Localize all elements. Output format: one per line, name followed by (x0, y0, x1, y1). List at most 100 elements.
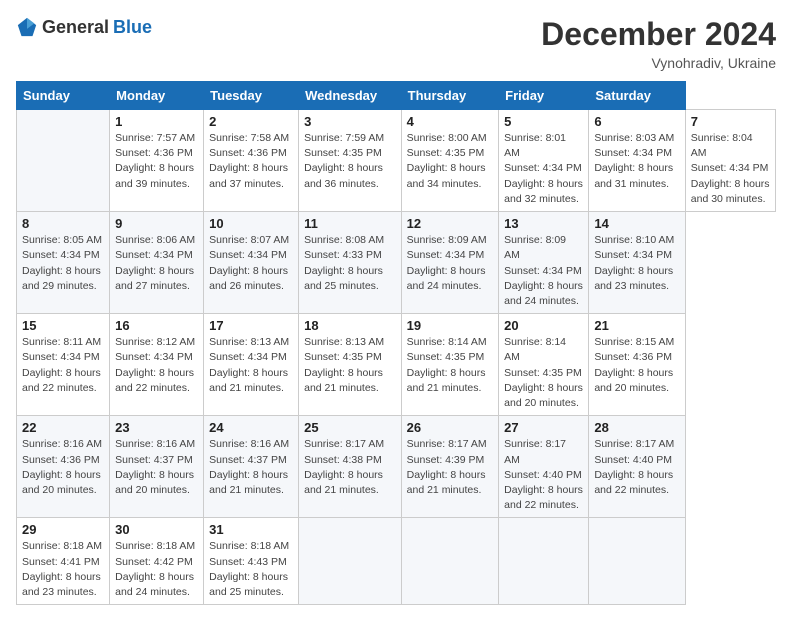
calendar-cell: 26 Sunrise: 8:17 AM Sunset: 4:39 PM Dayli… (401, 416, 498, 518)
day-detail: Sunrise: 8:13 AM Sunset: 4:34 PM Dayligh… (209, 335, 293, 396)
day-detail: Sunrise: 8:18 AM Sunset: 4:41 PM Dayligh… (22, 539, 104, 600)
day-detail: Sunrise: 8:01 AM Sunset: 4:34 PM Dayligh… (504, 131, 583, 207)
calendar-cell (401, 518, 498, 605)
day-number: 3 (304, 114, 396, 129)
calendar-cell: 31 Sunrise: 8:18 AM Sunset: 4:43 PM Dayli… (204, 518, 299, 605)
calendar-cell: 6 Sunrise: 8:03 AM Sunset: 4:34 PM Daylig… (589, 110, 685, 212)
day-number: 20 (504, 318, 583, 333)
day-detail: Sunrise: 8:10 AM Sunset: 4:34 PM Dayligh… (594, 233, 679, 294)
day-number: 19 (407, 318, 493, 333)
calendar-cell: 7 Sunrise: 8:04 AM Sunset: 4:34 PM Daylig… (685, 110, 775, 212)
day-detail: Sunrise: 8:16 AM Sunset: 4:37 PM Dayligh… (115, 437, 198, 498)
logo-icon (16, 16, 38, 38)
calendar-cell: 3 Sunrise: 7:59 AM Sunset: 4:35 PM Daylig… (299, 110, 402, 212)
day-number: 30 (115, 522, 198, 537)
calendar-cell: 30 Sunrise: 8:18 AM Sunset: 4:42 PM Dayli… (110, 518, 204, 605)
calendar-cell: 12 Sunrise: 8:09 AM Sunset: 4:34 PM Dayli… (401, 212, 498, 314)
day-detail: Sunrise: 8:18 AM Sunset: 4:42 PM Dayligh… (115, 539, 198, 600)
day-number: 8 (22, 216, 104, 231)
day-number: 7 (691, 114, 770, 129)
day-detail: Sunrise: 8:12 AM Sunset: 4:34 PM Dayligh… (115, 335, 198, 396)
calendar-table: SundayMondayTuesdayWednesdayThursdayFrid… (16, 81, 776, 605)
calendar-cell: 10Sunrise: 8:07 AM Sunset: 4:34 PM Dayli… (204, 212, 299, 314)
week-row-1: 1Sunrise: 7:57 AM Sunset: 4:36 PM Daylig… (17, 110, 776, 212)
calendar-cell (299, 518, 402, 605)
week-row-5: 29Sunrise: 8:18 AM Sunset: 4:41 PM Dayli… (17, 518, 776, 605)
day-detail: Sunrise: 8:14 AM Sunset: 4:35 PM Dayligh… (504, 335, 583, 411)
day-number: 9 (115, 216, 198, 231)
day-number: 23 (115, 420, 198, 435)
day-detail: Sunrise: 8:09 AM Sunset: 4:34 PM Dayligh… (407, 233, 493, 294)
day-detail: Sunrise: 8:17 AM Sunset: 4:38 PM Dayligh… (304, 437, 396, 498)
day-detail: Sunrise: 8:13 AM Sunset: 4:35 PM Dayligh… (304, 335, 396, 396)
column-header-sunday: Sunday (17, 82, 110, 110)
day-number: 16 (115, 318, 198, 333)
day-number: 17 (209, 318, 293, 333)
calendar-cell: 23 Sunrise: 8:16 AM Sunset: 4:37 PM Dayli… (110, 416, 204, 518)
calendar-cell: 20 Sunrise: 8:14 AM Sunset: 4:35 PM Dayli… (499, 314, 589, 416)
title-block: December 2024 Vynohradiv, Ukraine (541, 16, 776, 71)
day-detail: Sunrise: 8:14 AM Sunset: 4:35 PM Dayligh… (407, 335, 493, 396)
day-detail: Sunrise: 8:03 AM Sunset: 4:34 PM Dayligh… (594, 131, 679, 192)
week-row-4: 22Sunrise: 8:16 AM Sunset: 4:36 PM Dayli… (17, 416, 776, 518)
day-number: 27 (504, 420, 583, 435)
calendar-cell: 1Sunrise: 7:57 AM Sunset: 4:36 PM Daylig… (110, 110, 204, 212)
day-number: 26 (407, 420, 493, 435)
day-detail: Sunrise: 7:59 AM Sunset: 4:35 PM Dayligh… (304, 131, 396, 192)
day-detail: Sunrise: 7:58 AM Sunset: 4:36 PM Dayligh… (209, 131, 293, 192)
day-detail: Sunrise: 8:00 AM Sunset: 4:35 PM Dayligh… (407, 131, 493, 192)
day-number: 13 (504, 216, 583, 231)
day-detail: Sunrise: 8:06 AM Sunset: 4:34 PM Dayligh… (115, 233, 198, 294)
day-number: 5 (504, 114, 583, 129)
day-detail: Sunrise: 8:17 AM Sunset: 4:40 PM Dayligh… (504, 437, 583, 513)
column-header-wednesday: Wednesday (299, 82, 402, 110)
week-row-2: 8 Sunrise: 8:05 AM Sunset: 4:34 PM Daylig… (17, 212, 776, 314)
day-number: 31 (209, 522, 293, 537)
day-number: 1 (115, 114, 198, 129)
calendar-cell: 8 Sunrise: 8:05 AM Sunset: 4:34 PM Daylig… (17, 212, 110, 314)
calendar-cell: 9 Sunrise: 8:06 AM Sunset: 4:34 PM Daylig… (110, 212, 204, 314)
calendar-cell: 25 Sunrise: 8:17 AM Sunset: 4:38 PM Dayli… (299, 416, 402, 518)
calendar-cell: 5 Sunrise: 8:01 AM Sunset: 4:34 PM Daylig… (499, 110, 589, 212)
calendar-cell: 13 Sunrise: 8:09 AM Sunset: 4:34 PM Dayli… (499, 212, 589, 314)
logo-blue-text: Blue (113, 17, 152, 38)
day-detail: Sunrise: 8:15 AM Sunset: 4:36 PM Dayligh… (594, 335, 679, 396)
day-detail: Sunrise: 8:18 AM Sunset: 4:43 PM Dayligh… (209, 539, 293, 600)
logo: GeneralBlue (16, 16, 152, 38)
column-header-friday: Friday (499, 82, 589, 110)
day-detail: Sunrise: 8:17 AM Sunset: 4:39 PM Dayligh… (407, 437, 493, 498)
day-number: 18 (304, 318, 396, 333)
day-number: 22 (22, 420, 104, 435)
day-number: 12 (407, 216, 493, 231)
day-number: 10 (209, 216, 293, 231)
day-detail: Sunrise: 8:08 AM Sunset: 4:33 PM Dayligh… (304, 233, 396, 294)
day-detail: Sunrise: 8:09 AM Sunset: 4:34 PM Dayligh… (504, 233, 583, 309)
column-header-saturday: Saturday (589, 82, 685, 110)
calendar-cell: 4Sunrise: 8:00 AM Sunset: 4:35 PM Daylig… (401, 110, 498, 212)
page-header: GeneralBlue December 2024 Vynohradiv, Uk… (16, 16, 776, 71)
day-number: 6 (594, 114, 679, 129)
calendar-cell (499, 518, 589, 605)
column-header-thursday: Thursday (401, 82, 498, 110)
calendar-cell: 2Sunrise: 7:58 AM Sunset: 4:36 PM Daylig… (204, 110, 299, 212)
calendar-cell (17, 110, 110, 212)
day-detail: Sunrise: 8:05 AM Sunset: 4:34 PM Dayligh… (22, 233, 104, 294)
calendar-cell: 16 Sunrise: 8:12 AM Sunset: 4:34 PM Dayli… (110, 314, 204, 416)
day-detail: Sunrise: 8:11 AM Sunset: 4:34 PM Dayligh… (22, 335, 104, 396)
calendar-cell: 15Sunrise: 8:11 AM Sunset: 4:34 PM Dayli… (17, 314, 110, 416)
day-detail: Sunrise: 8:16 AM Sunset: 4:37 PM Dayligh… (209, 437, 293, 498)
week-row-3: 15Sunrise: 8:11 AM Sunset: 4:34 PM Dayli… (17, 314, 776, 416)
calendar-cell: 29Sunrise: 8:18 AM Sunset: 4:41 PM Dayli… (17, 518, 110, 605)
day-number: 25 (304, 420, 396, 435)
calendar-cell: 28Sunrise: 8:17 AM Sunset: 4:40 PM Dayli… (589, 416, 685, 518)
calendar-cell: 11 Sunrise: 8:08 AM Sunset: 4:33 PM Dayli… (299, 212, 402, 314)
day-number: 14 (594, 216, 679, 231)
day-detail: Sunrise: 8:04 AM Sunset: 4:34 PM Dayligh… (691, 131, 770, 207)
day-number: 11 (304, 216, 396, 231)
calendar-cell: 24Sunrise: 8:16 AM Sunset: 4:37 PM Dayli… (204, 416, 299, 518)
calendar-cell: 21Sunrise: 8:15 AM Sunset: 4:36 PM Dayli… (589, 314, 685, 416)
day-number: 28 (594, 420, 679, 435)
calendar-cell: 17 Sunrise: 8:13 AM Sunset: 4:34 PM Dayli… (204, 314, 299, 416)
subtitle: Vynohradiv, Ukraine (541, 55, 776, 71)
calendar-cell: 18 Sunrise: 8:13 AM Sunset: 4:35 PM Dayli… (299, 314, 402, 416)
